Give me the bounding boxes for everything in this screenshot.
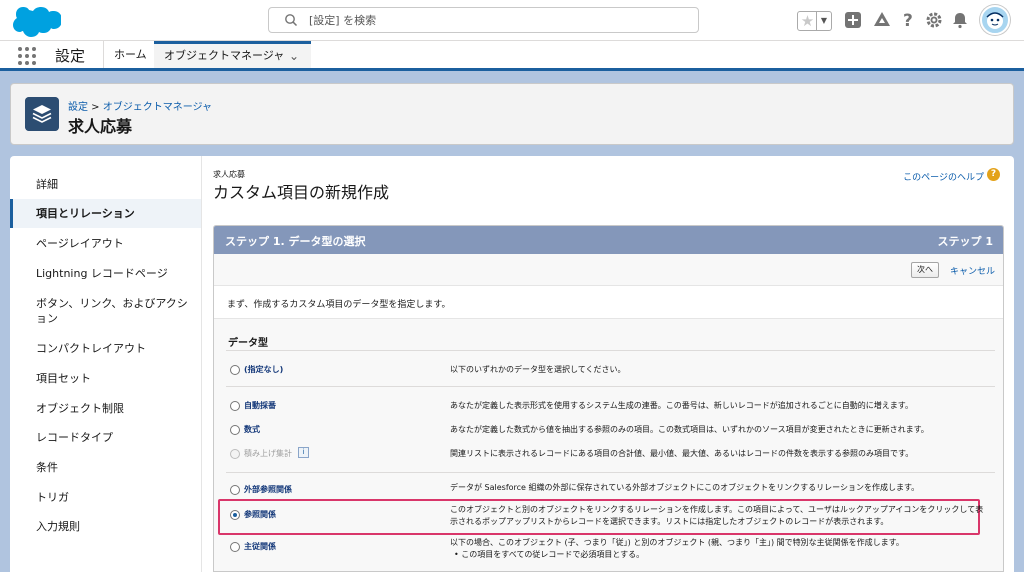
radio-auto-number[interactable] (230, 401, 240, 411)
svg-text:?: ? (903, 11, 913, 30)
search-input[interactable] (309, 12, 679, 28)
app-name: 設定 (55, 47, 86, 65)
radio-formula[interactable] (230, 425, 240, 435)
cancel-link[interactable]: キャンセル (950, 264, 995, 277)
sidebar-item-conditions[interactable]: 条件 (10, 460, 201, 475)
salesforce-cloud-logo[interactable] (13, 5, 61, 37)
sidebar-item-field-sets[interactable]: 項目セット (10, 371, 201, 386)
bullet-text: この項目をすべての従レコードで必須項目とする。 (461, 550, 645, 559)
sidebar-item-buttons-links-actions[interactable]: ボタン、リンク、およびアクション (10, 296, 195, 326)
step-title: ステップ 1. データ型の選択 (225, 235, 366, 248)
option-label: 外部参照関係 (244, 485, 292, 494)
option-description: あなたが定義した数式から値を抽出する参照のみの項目。この数式項目は、いずれかのソ… (450, 425, 929, 434)
search-icon (285, 14, 298, 27)
intro-row: まず、作成するカスタム項目のデータ型を指定します。 (214, 285, 1003, 319)
setup-gear-icon[interactable] (924, 10, 944, 30)
chevron-down-icon[interactable]: ⌄ (289, 44, 299, 68)
sidebar-item-compact-layouts[interactable]: コンパクトレイアウト (10, 341, 201, 356)
wizard-title: カスタム項目の新規作成 (213, 183, 390, 202)
global-search[interactable] (268, 7, 699, 33)
radio-none[interactable] (230, 365, 240, 375)
tab-object-manager-label: オブジェクトマネージャ (164, 49, 285, 62)
divider (226, 350, 995, 351)
step-body: 次へ キャンセル まず、作成するカスタム項目のデータ型を指定します。 データ型 … (214, 254, 1003, 571)
option-label: 積み上げ集計 (244, 449, 292, 458)
radio-master-detail[interactable] (230, 542, 240, 552)
breadcrumb-setup-link[interactable]: 設定 (68, 102, 88, 113)
breadcrumb: 設定 > オブジェクトマネージャ (68, 98, 212, 113)
radio-external-lookup[interactable] (230, 485, 240, 495)
astro-avatar-icon (986, 12, 1004, 29)
option-label: 参照関係 (244, 510, 276, 519)
option-description: あなたが定義した表示形式を使用するシステム生成の連番。この番号は、新しいレコード… (450, 401, 913, 410)
help-question-icon[interactable]: ? (987, 168, 1000, 181)
option-description-text: 以下の場合、このオブジェクト (子、つまり「従」) と別のオブジェクト (親、つ… (450, 538, 904, 547)
option-label: 主従関係 (244, 542, 276, 551)
favorite-star-icon[interactable]: ★ (799, 12, 816, 30)
bullet-item: • この項目をすべての従レコードで必須項目とする。 (454, 550, 645, 559)
sidebar-item-page-layouts[interactable]: ページレイアウト (10, 236, 201, 251)
next-button[interactable]: 次へ (911, 262, 939, 278)
tab-object-manager[interactable]: オブジェクトマネージャ ⌄ (154, 41, 311, 68)
radio-lookup-relationship[interactable] (230, 510, 240, 520)
option-description: 以下のいずれかのデータ型を選択してください。 (450, 365, 626, 374)
trailhead-icon[interactable] (872, 10, 892, 30)
step-panel: ステップ 1. データ型の選択 ステップ 1 次へ キャンセル まず、作成するカ… (213, 225, 1004, 572)
notification-bell-icon[interactable] (950, 10, 970, 30)
tab-home[interactable]: ホーム (103, 41, 157, 68)
divider (226, 472, 995, 473)
info-icon[interactable]: i (298, 447, 309, 458)
main-panel: 求人応募 カスタム項目の新規作成 このページのヘルプ ? ステップ 1. データ… (203, 156, 1014, 572)
favorites-dropdown-icon[interactable]: ▼ (816, 12, 831, 30)
user-avatar[interactable] (980, 5, 1010, 35)
global-header: ★ ▼ ? (0, 0, 1024, 41)
sidebar-item-lightning-record-pages[interactable]: Lightning レコードページ (10, 266, 201, 281)
sidebar-item-record-types[interactable]: レコードタイプ (10, 430, 201, 445)
content-card: 詳細 項目とリレーション ページレイアウト Lightning レコードページ … (10, 156, 1014, 572)
data-type-heading: データ型 (228, 338, 268, 349)
layers-icon (25, 97, 59, 131)
help-link[interactable]: このページのヘルプ (903, 170, 984, 183)
add-icon[interactable] (843, 10, 863, 30)
object-sidebar: 詳細 項目とリレーション ページレイアウト Lightning レコードページ … (10, 156, 202, 572)
step-number: ステップ 1 (937, 235, 993, 248)
option-description: データが Salesforce 組織の外部に保存されている外部オブジェクトにこの… (450, 483, 920, 492)
divider (226, 386, 995, 387)
intro-text: まず、作成するカスタム項目のデータ型を指定します。 (227, 300, 451, 310)
radio-rollup-summary (230, 449, 240, 459)
object-page-header: 設定 > オブジェクトマネージャ 求人応募 (10, 83, 1014, 145)
sidebar-item-validation-rules[interactable]: 入力規則 (10, 519, 201, 534)
option-label: (指定なし) (244, 365, 284, 374)
step-header: ステップ 1. データ型の選択 ステップ 1 (214, 226, 1003, 254)
app-launcher-icon[interactable] (18, 47, 36, 65)
breadcrumb-object-manager-link[interactable]: オブジェクトマネージャ (103, 102, 212, 113)
option-label: 数式 (244, 425, 260, 434)
sidebar-item-object-limits[interactable]: オブジェクト制限 (10, 401, 201, 416)
help-icon[interactable]: ? (898, 10, 918, 30)
sidebar-item-details[interactable]: 詳細 (10, 177, 201, 192)
page-title: 求人応募 (68, 117, 133, 136)
option-description: このオブジェクトと別のオブジェクトをリンクするリレーションを作成します。この項目… (450, 505, 984, 526)
option-description: 以下の場合、このオブジェクト (子、つまり「従」) と別のオブジェクト (親、つ… (450, 537, 990, 561)
app-navigation: 設定 ホーム オブジェクトマネージャ ⌄ (0, 41, 1024, 71)
option-label: 自動採番 (244, 401, 276, 410)
breadcrumb-separator: > (88, 102, 103, 113)
sidebar-item-triggers[interactable]: トリガ (10, 490, 201, 505)
favorites-group: ★ ▼ (797, 11, 832, 31)
option-description: 関連リストに表示されるレコードにある項目の合計値、最小値、最大値、あるいはレコー… (450, 449, 914, 458)
sidebar-item-fields-relationships[interactable]: 項目とリレーション (10, 199, 201, 228)
